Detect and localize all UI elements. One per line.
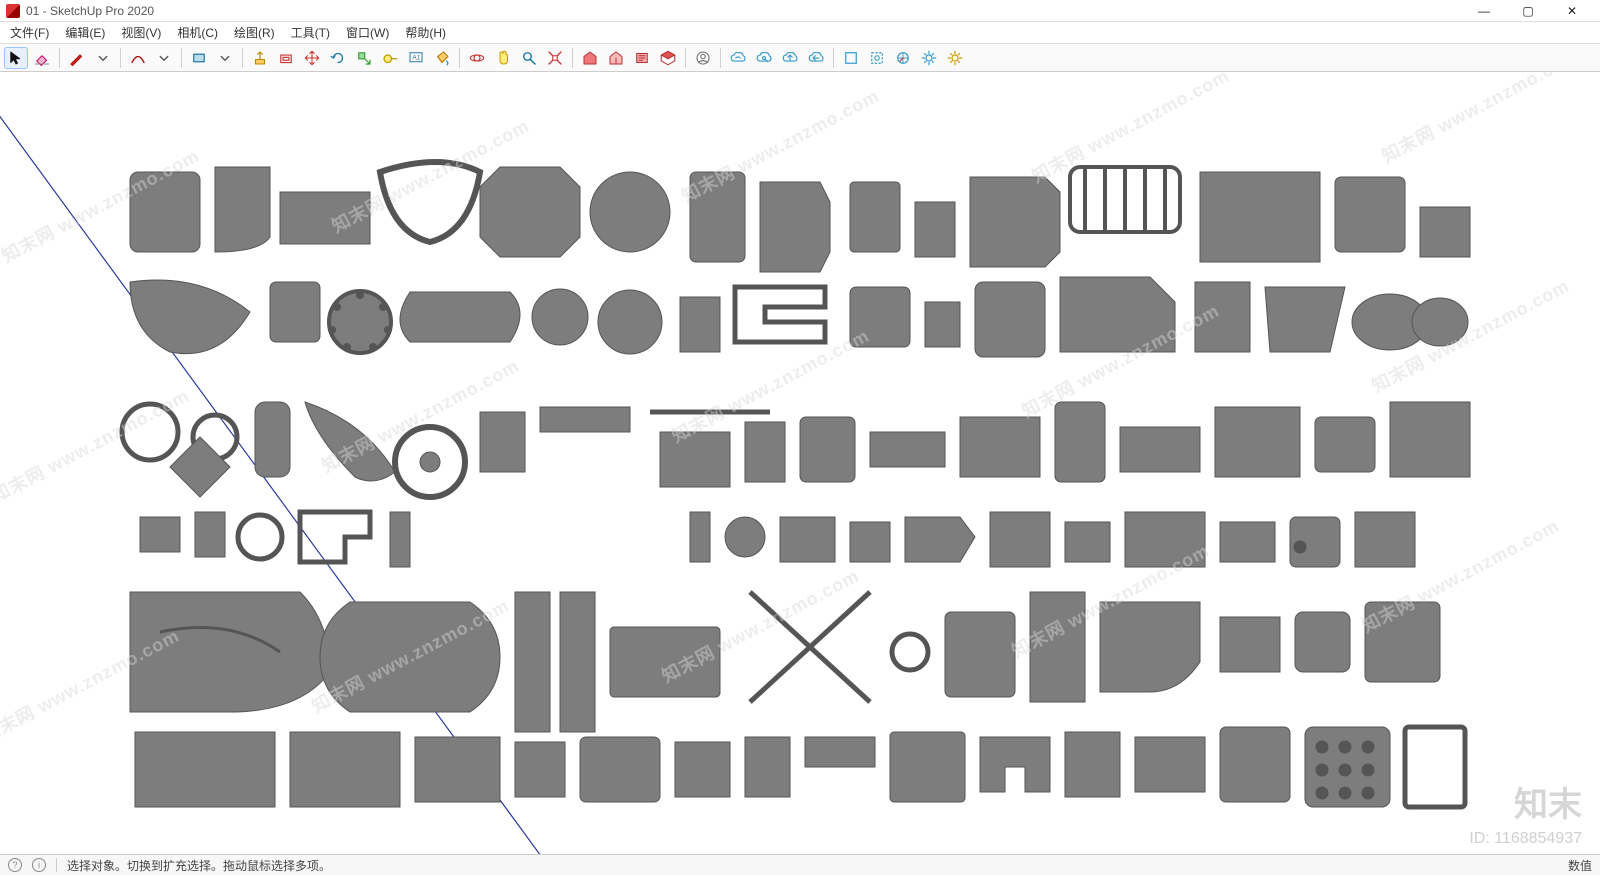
- geo-tool-1[interactable]: [839, 47, 863, 69]
- menu-camera[interactable]: 相机(C): [171, 22, 224, 43]
- status-tip: 选择对象。切换到扩充选择。拖动鼠标选择多项。: [67, 857, 331, 874]
- user-profile-tool[interactable]: [691, 47, 715, 69]
- geo-tool-2[interactable]: [865, 47, 889, 69]
- trimble-link-tool[interactable]: [726, 47, 750, 69]
- line-tool[interactable]: [65, 47, 89, 69]
- svg-text:A1: A1: [412, 54, 421, 61]
- toolbar-separator: [120, 48, 121, 68]
- app-icon: [6, 4, 20, 18]
- toolbar-separator: [459, 48, 460, 68]
- orbit-tool[interactable]: [465, 47, 489, 69]
- menu-help[interactable]: 帮助(H): [399, 22, 452, 43]
- settings-tool-1[interactable]: [917, 47, 941, 69]
- window-title: 01 - SketchUp Pro 2020: [26, 4, 154, 18]
- close-button[interactable]: ✕: [1550, 0, 1594, 22]
- menu-tools[interactable]: 工具(T): [285, 22, 336, 43]
- select-tool[interactable]: [4, 47, 28, 69]
- offset-tool[interactable]: [274, 47, 298, 69]
- menu-window[interactable]: 窗口(W): [340, 22, 395, 43]
- pan-tool[interactable]: [491, 47, 515, 69]
- trimble-upload-tool[interactable]: [778, 47, 802, 69]
- arc-tool[interactable]: [126, 47, 150, 69]
- viewport[interactable]: 知末网 www.znzmo.com 知末网 www.znzmo.com 知末网 …: [0, 72, 1600, 854]
- trimble-download-tool[interactable]: [804, 47, 828, 69]
- toolbar-separator: [181, 48, 182, 68]
- menu-draw[interactable]: 绘图(R): [228, 22, 281, 43]
- settings-tool-2[interactable]: [943, 47, 967, 69]
- menu-file[interactable]: 文件(F): [4, 22, 55, 43]
- text-tool[interactable]: A1: [404, 47, 428, 69]
- paint-bucket-tool[interactable]: [430, 47, 454, 69]
- status-bar: ? i 选择对象。切换到扩充选择。拖动鼠标选择多项。 数值: [0, 854, 1600, 875]
- toolbar-separator: [242, 48, 243, 68]
- menu-view[interactable]: 视图(V): [115, 22, 167, 43]
- warehouse-share-tool[interactable]: [604, 47, 628, 69]
- toolbar-separator: [59, 48, 60, 68]
- toolbar-separator: [685, 48, 686, 68]
- zoom-extents-tool[interactable]: [543, 47, 567, 69]
- line-dropdown[interactable]: [91, 47, 115, 69]
- measurement-label: 数值: [1568, 857, 1592, 874]
- trimble-search-tool[interactable]: [752, 47, 776, 69]
- toolbar-separator: [720, 48, 721, 68]
- menu-bar: 文件(F) 编辑(E) 视图(V) 相机(C) 绘图(R) 工具(T) 窗口(W…: [0, 22, 1600, 44]
- extension-warehouse-tool[interactable]: [656, 47, 680, 69]
- extension-manager-tool[interactable]: [630, 47, 654, 69]
- tape-measure-tool[interactable]: [378, 47, 402, 69]
- rotate-tool[interactable]: [326, 47, 350, 69]
- toolbar-separator: [572, 48, 573, 68]
- menu-edit[interactable]: 编辑(E): [59, 22, 111, 43]
- main-toolbar: A1: [0, 44, 1600, 72]
- pushpull-tool[interactable]: [248, 47, 272, 69]
- arc-dropdown[interactable]: [152, 47, 176, 69]
- zoom-tool[interactable]: [517, 47, 541, 69]
- toolbar-separator: [833, 48, 834, 68]
- info-icon[interactable]: ?: [8, 858, 22, 872]
- minimize-button[interactable]: —: [1462, 0, 1506, 22]
- shape-dropdown[interactable]: [213, 47, 237, 69]
- eraser-tool[interactable]: [30, 47, 54, 69]
- model-parts: [0, 72, 1600, 854]
- maximize-button[interactable]: ▢: [1506, 0, 1550, 22]
- shape-tool[interactable]: [187, 47, 211, 69]
- geo-tool-3[interactable]: [891, 47, 915, 69]
- help-icon[interactable]: i: [32, 858, 46, 872]
- warehouse-tool[interactable]: [578, 47, 602, 69]
- scale-tool[interactable]: [352, 47, 376, 69]
- move-tool[interactable]: [300, 47, 324, 69]
- title-bar: 01 - SketchUp Pro 2020 — ▢ ✕: [0, 0, 1600, 22]
